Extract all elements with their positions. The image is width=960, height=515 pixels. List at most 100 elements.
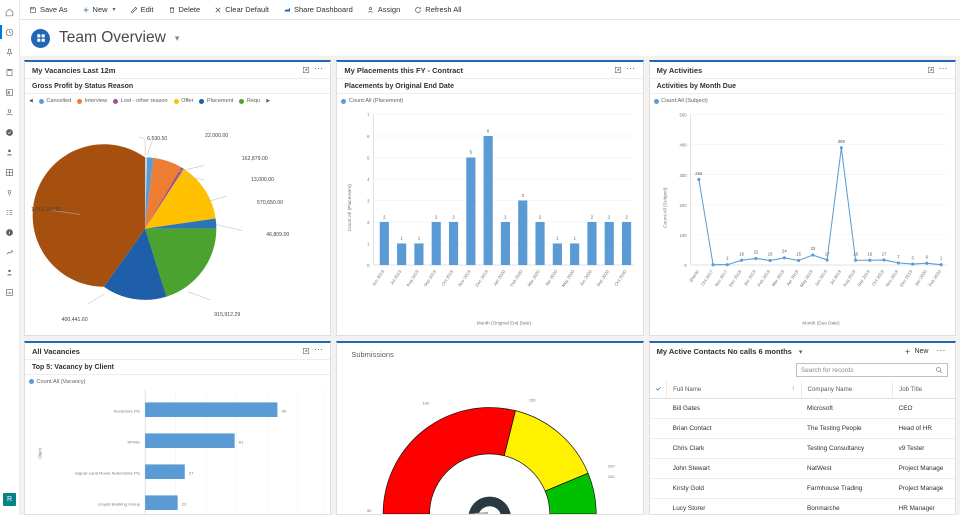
table-row[interactable]: Kirsty Gold Farmhouse Trading Project Ma… <box>649 478 955 499</box>
table-row[interactable]: Bill Gates Microsoft CEO <box>649 398 955 419</box>
column-header-company-name[interactable]: Company Name <box>800 381 893 399</box>
cell-full-name[interactable]: John Stewart <box>666 458 801 479</box>
hbar-legend: Count:All (Vacancy) <box>25 375 330 386</box>
line-chart[interactable]: 500 400 300 200 100 0 Count:All (Subject) 28… <box>650 106 955 335</box>
cell-full-name[interactable]: Chris Clark <box>666 438 801 459</box>
legend-item[interactable]: Cancelled <box>38 98 71 104</box>
row-checkbox[interactable] <box>649 438 667 459</box>
select-all-checkbox[interactable] <box>649 381 667 399</box>
pinned-icon[interactable] <box>0 42 20 62</box>
cell-company-name[interactable]: Testing Consultancy <box>801 438 893 459</box>
lightbulb-icon[interactable] <box>0 182 20 202</box>
svg-text:Sep 2020: Sep 2020 <box>596 269 611 288</box>
expand-icon[interactable] <box>300 66 312 74</box>
row-checkbox[interactable] <box>649 478 667 499</box>
chevron-down-icon[interactable]: ▾ <box>175 33 180 44</box>
contacts-icon[interactable] <box>0 82 20 102</box>
save-as-button[interactable]: Save As <box>22 0 75 20</box>
legend-item[interactable]: Count:All (Subject) <box>653 98 708 104</box>
legend-item[interactable]: Offer <box>173 98 193 104</box>
expand-icon[interactable] <box>925 66 937 74</box>
legend-item[interactable]: Lost - other reason <box>113 98 168 104</box>
more-icon[interactable]: ⋯ <box>312 345 326 357</box>
trending-icon[interactable] <box>0 242 20 262</box>
svg-text:Jaguar Land Rover Automotive P: Jaguar Land Rover Automotive Plc <box>74 471 140 476</box>
table-row[interactable]: John Stewart NatWest Project Manage <box>649 458 955 479</box>
person-add-icon[interactable] <box>0 142 20 162</box>
cell-company-name[interactable]: NatWest <box>801 458 893 479</box>
more-icon[interactable]: ⋯ <box>624 64 638 76</box>
row-checkbox[interactable] <box>649 498 667 514</box>
table-row[interactable]: Brian Contact The Testing People Head of… <box>649 418 955 439</box>
sort-ascending-icon[interactable]: ↑ <box>792 386 795 392</box>
legend-prev-icon[interactable]: ◀ <box>29 98 33 104</box>
column-header-job-title[interactable]: Job Title <box>892 381 955 399</box>
svg-text:Sep 2019: Sep 2019 <box>856 269 871 288</box>
row-checkbox[interactable] <box>649 458 667 479</box>
info-icon[interactable] <box>0 222 20 242</box>
more-icon[interactable]: ⋯ <box>937 64 951 76</box>
legend-next-icon[interactable]: ▶ <box>266 98 270 104</box>
svg-text:7: 7 <box>897 255 900 260</box>
dashboard-grid-icon[interactable] <box>0 162 20 182</box>
share-dashboard-button[interactable]: Share Dashboard <box>276 0 360 20</box>
legend-item[interactable]: Requ <box>239 98 260 104</box>
chevron-down-icon[interactable]: ▾ <box>799 348 803 356</box>
report-icon[interactable] <box>0 282 20 302</box>
cell-company-name[interactable]: Farmhouse Trading <box>801 478 893 499</box>
cell-full-name[interactable]: Bill Gates <box>666 398 801 419</box>
pencil-icon <box>130 6 137 13</box>
person-icon[interactable] <box>0 102 20 122</box>
table-row[interactable]: Lucy Storer Bonmarche HR Manager <box>649 498 955 514</box>
assign-button[interactable]: Assign <box>360 0 408 20</box>
new-record-button[interactable]: New <box>904 348 929 355</box>
check-circle-icon[interactable] <box>0 122 20 142</box>
table-row[interactable]: Chris Clark Testing Consultancy v9 Teste… <box>649 438 955 459</box>
delete-button[interactable]: Delete <box>161 0 208 20</box>
expand-icon[interactable] <box>300 347 312 355</box>
left-nav-rail[interactable]: R <box>0 0 20 515</box>
row-checkbox[interactable] <box>649 398 667 419</box>
expand-icon[interactable] <box>612 66 624 74</box>
legend-item[interactable]: Count:All (Placement) <box>341 98 403 104</box>
cell-company-name[interactable]: Microsoft <box>801 398 893 419</box>
row-checkbox[interactable] <box>649 418 667 439</box>
search-box[interactable] <box>796 363 948 377</box>
clipboard-icon[interactable] <box>0 62 20 82</box>
edit-button[interactable]: Edit <box>123 0 161 20</box>
user-avatar[interactable]: R <box>0 489 20 509</box>
list-icon[interactable] <box>0 202 20 222</box>
horizontal-bar-chart[interactable]: Accenture Plc KPMG Jaguar Land Rover Aut… <box>25 386 330 514</box>
new-button[interactable]: New ▾ <box>75 0 123 20</box>
refresh-all-button[interactable]: Refresh All <box>407 0 468 20</box>
more-icon[interactable]: ⋯ <box>935 345 949 358</box>
gauge-chart[interactable]: 50 100 150 200 200 <box>337 359 642 514</box>
svg-text:0: 0 <box>684 263 687 268</box>
bar-legend: Count:All (Placement) <box>337 94 642 106</box>
pie-chart[interactable]: 6,530.50 22,000.00 162,879.00 13,000.00 … <box>25 106 330 335</box>
recent-icon[interactable] <box>0 22 20 42</box>
cell-full-name[interactable]: Brian Contact <box>666 418 801 439</box>
svg-text:24: 24 <box>782 248 787 253</box>
card-title: My Placements this FY - Contract <box>344 65 463 75</box>
cell-company-name[interactable]: The Testing People <box>801 418 893 439</box>
legend-item[interactable]: Count:All (Vacancy) <box>29 379 86 385</box>
legend-item[interactable]: Placement <box>199 98 233 104</box>
legend-item[interactable]: Interview <box>77 98 107 104</box>
home-icon[interactable] <box>0 2 20 22</box>
command-bar: Save As New ▾ Edit Delete Clear Default … <box>0 0 960 20</box>
svg-text:22: 22 <box>753 249 758 254</box>
column-header-full-name[interactable]: Full Name ↑ <box>666 381 801 399</box>
clear-default-label: Clear Default <box>225 5 269 14</box>
account-icon[interactable] <box>0 262 20 282</box>
search-input[interactable] <box>801 366 935 374</box>
clear-default-button[interactable]: Clear Default <box>207 0 276 20</box>
cell-company-name[interactable]: Bonmarche <box>801 498 893 514</box>
bar-chart[interactable]: 765 432 10 Count:All (Placement) 2 1 1 2… <box>337 106 642 335</box>
cell-full-name[interactable]: Kirsty Gold <box>666 478 801 499</box>
more-icon[interactable]: ⋯ <box>312 64 326 76</box>
card-header: My Activities ⋯ <box>649 62 955 79</box>
cell-full-name[interactable]: Lucy Storer <box>666 498 801 514</box>
legend-label: Requ <box>246 98 261 104</box>
chevron-down-icon[interactable]: ▾ <box>113 6 116 13</box>
